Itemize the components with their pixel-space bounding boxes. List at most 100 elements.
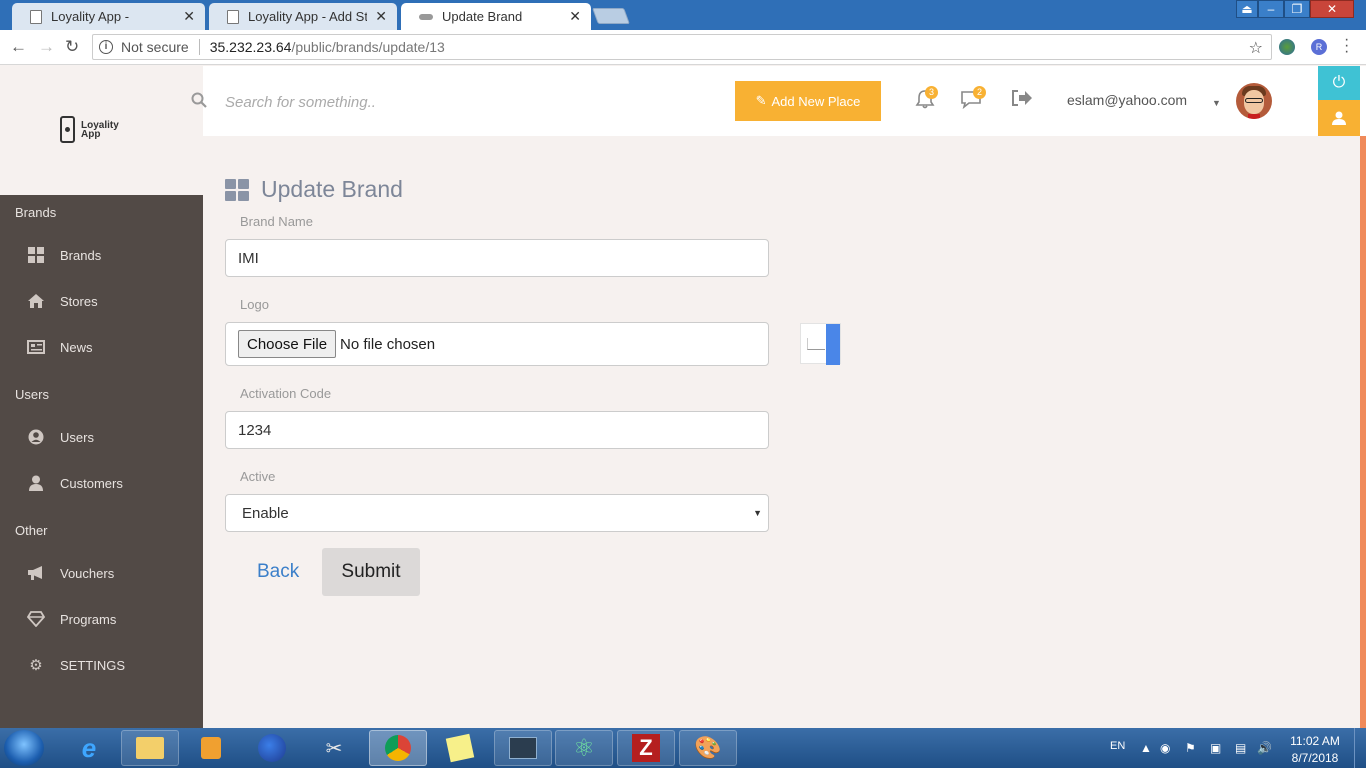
chrome-icon[interactable] xyxy=(369,730,427,766)
clock[interactable]: 11:02 AM 8/7/2018 xyxy=(1288,733,1342,767)
user-circle-icon xyxy=(27,428,45,446)
clock-time: 11:02 AM xyxy=(1290,734,1340,748)
sidebar-item-label: News xyxy=(60,339,93,355)
info-icon[interactable]: i xyxy=(99,40,113,54)
tab-update-brand[interactable]: Update Brand ✕ xyxy=(401,3,591,30)
back-arrow-icon[interactable]: ← xyxy=(10,37,27,57)
activation-code-value: 1234 xyxy=(238,421,272,439)
device-icon[interactable]: ▣ xyxy=(1210,741,1221,755)
language-indicator[interactable]: EN xyxy=(1110,740,1125,752)
megaphone-icon xyxy=(27,564,45,582)
brand-name-label: Brand Name xyxy=(240,214,313,229)
avatar-bowtie xyxy=(1248,114,1260,119)
scrollbar-track xyxy=(1360,66,1366,136)
logo-text: Loyality App xyxy=(81,120,119,139)
paint-icon[interactable]: 🎨 xyxy=(679,730,737,766)
reload-icon[interactable]: ↻ xyxy=(65,37,79,57)
notifications-badge: 3 xyxy=(925,86,938,99)
avatar-glasses xyxy=(1245,98,1263,103)
extension-r-icon[interactable]: R xyxy=(1311,39,1327,55)
activation-code-field[interactable]: 1234 xyxy=(225,411,769,449)
forward-arrow-icon[interactable]: → xyxy=(38,37,55,57)
search-input[interactable] xyxy=(225,88,525,116)
sidebar-item-vouchers[interactable]: Vouchers xyxy=(0,553,203,593)
app-logo[interactable]: Loyality App xyxy=(60,116,119,143)
sidebar-item-settings[interactable]: ⚙ SETTINGS xyxy=(0,645,203,685)
messages-badge: 2 xyxy=(973,86,986,99)
submit-button[interactable]: Submit xyxy=(322,548,420,596)
internet-explorer-icon[interactable]: e xyxy=(60,730,118,766)
network-globe-icon[interactable]: ◉ xyxy=(1160,741,1170,755)
minimize-icon[interactable]: – xyxy=(1258,0,1284,18)
sidebar-item-label: Customers xyxy=(60,475,123,491)
volume-icon[interactable]: 🔊 xyxy=(1257,741,1272,755)
close-window-icon[interactable]: ✕ xyxy=(1310,0,1354,18)
url-field[interactable]: i Not secure 35.232.23.64/public/brands/… xyxy=(92,34,1272,60)
window-controls: ⏏ – ❐ ✕ xyxy=(1236,0,1354,20)
user-email[interactable]: eslam@yahoo.com xyxy=(1067,92,1187,108)
add-new-place-label: Add New Place xyxy=(771,93,861,109)
section-users: Users xyxy=(15,387,49,402)
user-profile-icon[interactable]: ⏏ xyxy=(1236,0,1258,18)
grid-icon xyxy=(27,246,45,264)
sidebar-item-label: Brands xyxy=(60,247,102,263)
scrollbar-thumb[interactable] xyxy=(1360,136,1366,728)
tab-add-stores[interactable]: Loyality App - Add Stores ✕ xyxy=(209,3,397,30)
snipping-tool-icon[interactable]: ✂ xyxy=(305,730,363,766)
grid-icon xyxy=(225,178,249,201)
sidebar-item-brands[interactable]: Brands xyxy=(0,235,203,275)
show-desktop-button[interactable] xyxy=(1354,728,1366,768)
network-icon[interactable]: ▤ xyxy=(1235,741,1246,755)
security-label: Not secure xyxy=(121,39,189,55)
file-explorer-icon[interactable] xyxy=(121,730,179,766)
phone-icon xyxy=(60,116,75,143)
url-path: /public/brands/update/13 xyxy=(291,39,445,55)
media-player-icon[interactable] xyxy=(182,730,240,766)
bookmark-star-icon[interactable]: ☆ xyxy=(1249,38,1263,58)
sidebar-item-stores[interactable]: Stores xyxy=(0,281,203,321)
close-icon[interactable]: ✕ xyxy=(569,8,581,25)
new-tab-button[interactable] xyxy=(592,8,630,24)
caret-down-icon[interactable]: ▼ xyxy=(1212,98,1221,108)
back-link[interactable]: Back xyxy=(257,561,299,583)
choose-file-button[interactable]: Choose File xyxy=(238,330,337,358)
sticky-notes-icon[interactable] xyxy=(431,730,489,766)
diamond-icon xyxy=(27,610,45,628)
profile-icon[interactable] xyxy=(1318,100,1360,136)
active-label: Active xyxy=(240,469,276,484)
sidebar-item-customers[interactable]: Customers xyxy=(0,463,203,503)
atom-icon[interactable]: ⚛ xyxy=(555,730,613,766)
browser-tab-bar: Loyality App - ✕ Loyality App - Add Stor… xyxy=(0,0,1366,30)
terminal-icon[interactable] xyxy=(494,730,552,766)
active-select[interactable]: Enable ▼ xyxy=(225,494,769,532)
browser-menu-icon[interactable]: · · · xyxy=(1344,32,1349,60)
maximize-icon[interactable]: ❐ xyxy=(1284,0,1310,18)
action-center-flag-icon[interactable]: ⚑ xyxy=(1185,741,1196,755)
page-title-text: Update Brand xyxy=(261,176,403,202)
logo-file-input[interactable]: Choose File No file chosen xyxy=(225,322,769,366)
sign-out-icon[interactable] xyxy=(1010,89,1034,111)
extension-globe-icon[interactable] xyxy=(1279,39,1295,55)
brand-name-value: IMI xyxy=(238,249,259,267)
preview-blue-panel xyxy=(826,324,840,365)
filezilla-icon[interactable]: Z xyxy=(617,730,675,766)
tray-expand-icon[interactable]: ▲ xyxy=(1140,741,1152,755)
close-icon[interactable]: ✕ xyxy=(183,8,195,25)
start-button[interactable] xyxy=(4,730,44,766)
avatar[interactable] xyxy=(1236,83,1272,119)
sidebar-item-news[interactable]: News xyxy=(0,327,203,367)
sidebar-item-label: Users xyxy=(60,429,94,445)
brand-name-field[interactable]: IMI xyxy=(225,239,769,277)
address-bar: ← → ↻ i Not secure 35.232.23.64/public/b… xyxy=(0,30,1366,65)
page-icon xyxy=(227,9,239,24)
search-icon xyxy=(191,92,207,108)
add-new-place-button[interactable]: ✎ Add New Place xyxy=(735,81,881,121)
section-brands: Brands xyxy=(15,205,57,220)
power-icon[interactable]: ⏻ xyxy=(1318,66,1360,100)
sidebar-item-users[interactable]: Users xyxy=(0,417,203,457)
logo-preview-image xyxy=(800,323,841,365)
firefox-icon[interactable] xyxy=(243,730,301,766)
sidebar-item-programs[interactable]: Programs xyxy=(0,599,203,639)
tab-loyality-app[interactable]: Loyality App - ✕ xyxy=(12,3,205,30)
close-icon[interactable]: ✕ xyxy=(375,8,387,25)
